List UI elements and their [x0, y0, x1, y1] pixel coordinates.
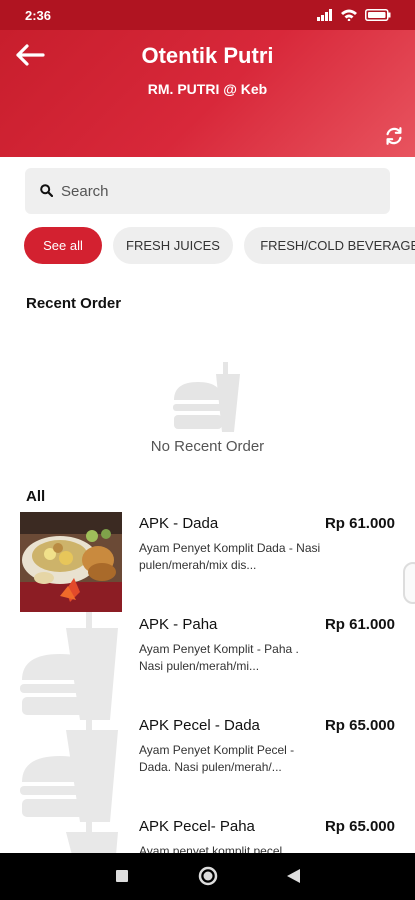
- product-name: APK - Paha: [139, 616, 218, 633]
- product-price: Rp 61.000: [324, 515, 395, 532]
- product-item[interactable]: APK - Paha Rp 61.000 Ayam Penyet Komplit…: [0, 613, 415, 713]
- product-price: Rp 61.000: [324, 616, 395, 633]
- refresh-button[interactable]: [383, 125, 405, 147]
- app-screen: 2:36 Otentik Putri RM. PUTRI @ Keb Searc…: [0, 0, 415, 900]
- food-drink-placeholder-icon: [173, 362, 240, 432]
- wifi-icon: [341, 9, 357, 21]
- product-name: APK Pecel - Dada: [139, 717, 260, 734]
- recent-order-title: Recent Order: [26, 295, 122, 312]
- status-time: 2:36: [25, 8, 52, 23]
- battery-icon: [365, 9, 391, 21]
- search-bar: [25, 168, 390, 214]
- home-button[interactable]: [178, 853, 238, 900]
- chip-fresh-juices[interactable]: FRESH JUICES: [113, 227, 233, 264]
- system-nav-bar: [0, 853, 415, 900]
- product-image: [20, 512, 122, 612]
- refresh-icon: [386, 127, 402, 145]
- search-icon: [40, 184, 53, 197]
- product-name: APK - Dada: [139, 515, 219, 532]
- store-title: Otentik Putri: [141, 43, 274, 68]
- food-photo: [20, 512, 122, 612]
- circle-icon: [198, 866, 218, 886]
- status-icons: [317, 9, 391, 21]
- product-name: APK Pecel- Paha: [139, 818, 255, 835]
- status-bar: 2:36: [0, 0, 415, 30]
- category-chips: See all FRESH JUICES FRESH/COLD BEVERAGE…: [24, 227, 415, 265]
- chip-see-all[interactable]: See all: [24, 227, 102, 264]
- no-recent-order-text: No Recent Order: [150, 438, 265, 455]
- product-price: Rp 65.000: [324, 818, 395, 835]
- triangle-back-icon: [287, 869, 300, 883]
- recents-button[interactable]: [92, 853, 152, 900]
- product-price: Rp 65.000: [324, 717, 395, 734]
- product-description: Ayam Penyet Komplit Pecel - Dada. Nasi p…: [139, 743, 295, 774]
- signal-icon: [317, 9, 332, 21]
- search-input[interactable]: [61, 168, 381, 214]
- product-description: Ayam Penyet Komplit - Paha . Nasi pulen/…: [139, 642, 299, 673]
- back-nav-button[interactable]: [263, 853, 323, 900]
- product-description: Ayam Penyet Komplit Dada - Nasi pulen/me…: [139, 541, 321, 572]
- all-section-title: All: [26, 488, 46, 505]
- product-item[interactable]: APK - Dada Rp 61.000 Ayam Penyet Komplit…: [0, 512, 415, 612]
- square-icon: [116, 870, 128, 882]
- chip-fresh-cold-beverages[interactable]: FRESH/COLD BEVERAGES: [244, 227, 415, 264]
- product-item[interactable]: APK Pecel - Dada Rp 65.000 Ayam Penyet K…: [0, 714, 415, 814]
- store-subtitle: RM. PUTRI @ Keb: [147, 81, 268, 97]
- header: 2:36 Otentik Putri RM. PUTRI @ Keb: [0, 0, 415, 157]
